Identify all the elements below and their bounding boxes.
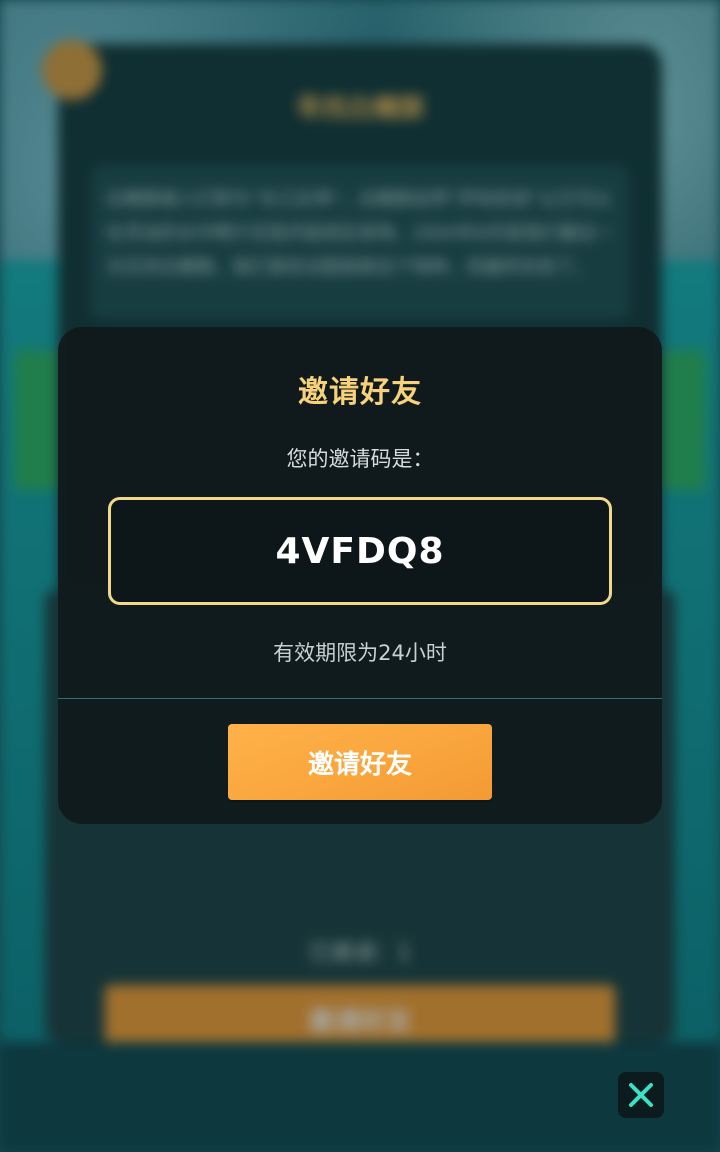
close-button[interactable] <box>618 1072 664 1118</box>
close-icon <box>626 1080 656 1110</box>
invite-code-label: 您的邀请码是： <box>286 447 434 471</box>
invite-friend-button[interactable]: 邀请好友 <box>228 724 492 800</box>
dialog-title: 邀请好友 <box>298 375 422 410</box>
invite-code-box[interactable]: 4VFDQ8 <box>108 497 612 605</box>
validity-text: 有效期限为24小时 <box>273 641 447 665</box>
invite-code-value: 4VFDQ8 <box>275 530 445 572</box>
invite-dialog: 邀请好友 您的邀请码是： 4VFDQ8 有效期限为24小时 邀请好友 <box>58 327 662 824</box>
dialog-divider <box>58 698 662 699</box>
